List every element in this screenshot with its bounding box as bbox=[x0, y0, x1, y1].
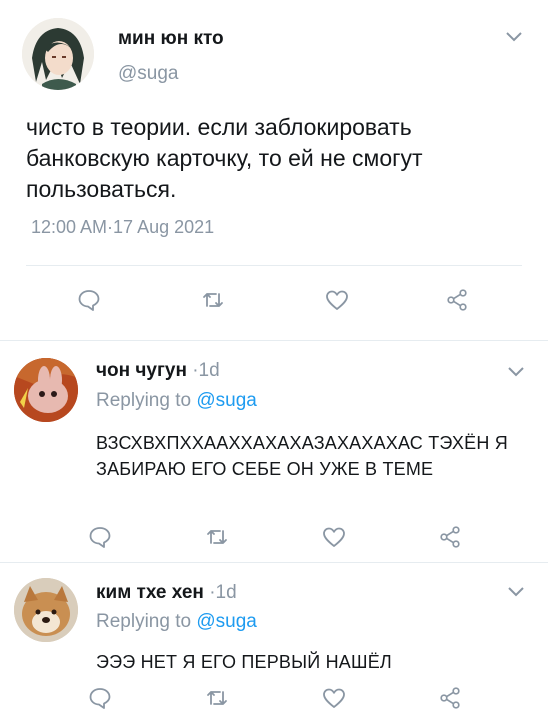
replying-to-label: Replying to bbox=[96, 611, 192, 632]
share-icon[interactable] bbox=[438, 525, 462, 549]
avatar-image bbox=[14, 578, 78, 642]
divider bbox=[26, 265, 522, 266]
avatar[interactable] bbox=[22, 18, 94, 90]
retweet-icon[interactable] bbox=[205, 525, 229, 549]
reply-age[interactable]: ·1d bbox=[209, 582, 236, 603]
replying-to: Replying to @suga bbox=[96, 611, 257, 633]
avatar-image bbox=[22, 18, 94, 90]
avatar[interactable] bbox=[14, 358, 78, 422]
reply-icon[interactable] bbox=[77, 288, 101, 312]
reply-age[interactable]: ·1d bbox=[192, 360, 219, 381]
avatar[interactable] bbox=[14, 578, 78, 642]
reply-author-name[interactable]: чон чугун bbox=[96, 360, 187, 381]
share-icon[interactable] bbox=[438, 686, 462, 710]
like-icon[interactable] bbox=[322, 526, 346, 548]
reply-icon[interactable] bbox=[88, 686, 112, 710]
divider bbox=[0, 340, 548, 341]
divider bbox=[0, 562, 548, 563]
like-icon[interactable] bbox=[322, 687, 346, 709]
chevron-down-icon[interactable] bbox=[504, 30, 524, 44]
like-icon[interactable] bbox=[325, 289, 349, 311]
share-icon[interactable] bbox=[445, 288, 469, 312]
tweet-text: чисто в теории. если заблокировать банко… bbox=[26, 114, 423, 202]
chevron-down-icon[interactable] bbox=[506, 585, 526, 599]
replying-to-link[interactable]: @suga bbox=[196, 611, 257, 632]
reply-text: ВЗСХВХПХХААХХАХАХАЗАХАХАХАС ТЭХЁН Я ЗАБИ… bbox=[96, 433, 508, 479]
retweet-icon[interactable] bbox=[205, 686, 229, 710]
replying-to: Replying to @suga bbox=[96, 390, 257, 412]
replying-to-link[interactable]: @suga bbox=[196, 390, 257, 411]
reply-text: ЭЭЭ НЕТ Я ЕГО ПЕРВЫЙ НАШЁЛ bbox=[96, 652, 392, 672]
reply-author-name[interactable]: ким тхе хен bbox=[96, 582, 204, 603]
tweet-timestamp[interactable]: 12:00 AM·17 Aug 2021 bbox=[31, 217, 214, 238]
author-name[interactable]: мин юн кто bbox=[118, 28, 224, 50]
replying-to-label: Replying to bbox=[96, 390, 192, 411]
author-handle[interactable]: @suga bbox=[118, 63, 179, 85]
retweet-icon[interactable] bbox=[201, 288, 225, 312]
avatar-image bbox=[14, 358, 78, 422]
chevron-down-icon[interactable] bbox=[506, 365, 526, 379]
reply-header: ким тхе хен ·1d bbox=[96, 582, 237, 604]
reply-icon[interactable] bbox=[88, 525, 112, 549]
reply-header: чон чугун ·1d bbox=[96, 360, 220, 382]
